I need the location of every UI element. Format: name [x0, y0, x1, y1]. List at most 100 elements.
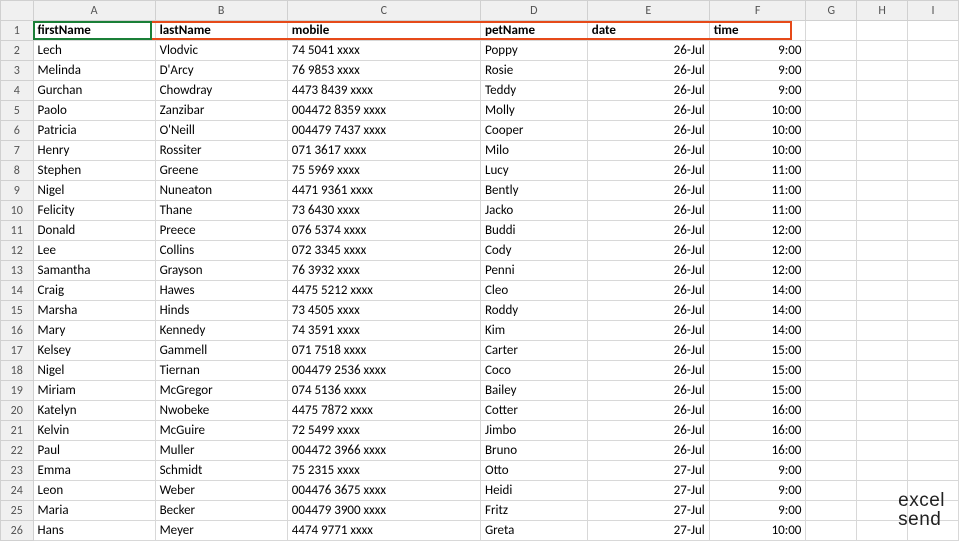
cell-C9[interactable]: 4471 9361 xxxx: [287, 181, 480, 201]
cell-E5[interactable]: 26-Jul: [587, 101, 709, 121]
cell-A14[interactable]: Craig: [33, 281, 155, 301]
cell-D8[interactable]: Lucy: [480, 161, 587, 181]
cell-E14[interactable]: 26-Jul: [587, 281, 709, 301]
cell-G13[interactable]: [806, 261, 857, 281]
cell-B9[interactable]: Nuneaton: [155, 181, 287, 201]
cell-B25[interactable]: Becker: [155, 501, 287, 521]
row-header[interactable]: 22: [1, 441, 34, 461]
row-header[interactable]: 24: [1, 481, 34, 501]
row-header[interactable]: 14: [1, 281, 34, 301]
cell-C11[interactable]: 076 5374 xxxx: [287, 221, 480, 241]
col-header-G[interactable]: G: [806, 1, 857, 21]
cell-E23[interactable]: 27-Jul: [587, 461, 709, 481]
cell-A3[interactable]: Melinda: [33, 61, 155, 81]
cell-I5[interactable]: [908, 101, 959, 121]
cell-A22[interactable]: Paul: [33, 441, 155, 461]
cell-A17[interactable]: Kelsey: [33, 341, 155, 361]
cell-D6[interactable]: Cooper: [480, 121, 587, 141]
cell-E1[interactable]: date: [587, 21, 709, 41]
cell-I17[interactable]: [908, 341, 959, 361]
cell-E7[interactable]: 26-Jul: [587, 141, 709, 161]
cell-C2[interactable]: 74 5041 xxxx: [287, 41, 480, 61]
cell-E2[interactable]: 26-Jul: [587, 41, 709, 61]
cell-F22[interactable]: 16:00: [709, 441, 806, 461]
cell-E20[interactable]: 26-Jul: [587, 401, 709, 421]
cell-A5[interactable]: Paolo: [33, 101, 155, 121]
cell-H10[interactable]: [857, 201, 908, 221]
col-header-C[interactable]: C: [287, 1, 480, 21]
cell-C21[interactable]: 72 5499 xxxx: [287, 421, 480, 441]
cell-E11[interactable]: 26-Jul: [587, 221, 709, 241]
cell-F6[interactable]: 10:00: [709, 121, 806, 141]
cell-D7[interactable]: Milo: [480, 141, 587, 161]
cell-E17[interactable]: 26-Jul: [587, 341, 709, 361]
cell-B23[interactable]: Schmidt: [155, 461, 287, 481]
cell-C12[interactable]: 072 3345 xxxx: [287, 241, 480, 261]
row-header[interactable]: 13: [1, 261, 34, 281]
cell-G18[interactable]: [806, 361, 857, 381]
cell-H8[interactable]: [857, 161, 908, 181]
cell-F11[interactable]: 12:00: [709, 221, 806, 241]
cell-C15[interactable]: 73 4505 xxxx: [287, 301, 480, 321]
cell-B18[interactable]: Tiernan: [155, 361, 287, 381]
cell-G15[interactable]: [806, 301, 857, 321]
cell-A25[interactable]: Maria: [33, 501, 155, 521]
cell-G14[interactable]: [806, 281, 857, 301]
cell-A11[interactable]: Donald: [33, 221, 155, 241]
cell-B15[interactable]: Hinds: [155, 301, 287, 321]
cell-B11[interactable]: Preece: [155, 221, 287, 241]
cell-G24[interactable]: [806, 481, 857, 501]
cell-G1[interactable]: [806, 21, 857, 41]
cell-A2[interactable]: Lech: [33, 41, 155, 61]
cell-G19[interactable]: [806, 381, 857, 401]
cell-B21[interactable]: McGuire: [155, 421, 287, 441]
cell-A24[interactable]: Leon: [33, 481, 155, 501]
cell-F13[interactable]: 12:00: [709, 261, 806, 281]
cell-G5[interactable]: [806, 101, 857, 121]
cell-A20[interactable]: Katelyn: [33, 401, 155, 421]
cell-B24[interactable]: Weber: [155, 481, 287, 501]
cell-F9[interactable]: 11:00: [709, 181, 806, 201]
col-header-H[interactable]: H: [857, 1, 908, 21]
cell-I16[interactable]: [908, 321, 959, 341]
cell-D22[interactable]: Bruno: [480, 441, 587, 461]
cell-C23[interactable]: 75 2315 xxxx: [287, 461, 480, 481]
cell-A18[interactable]: Nigel: [33, 361, 155, 381]
cell-C6[interactable]: 004479 7437 xxxx: [287, 121, 480, 141]
cell-H11[interactable]: [857, 221, 908, 241]
cell-F14[interactable]: 14:00: [709, 281, 806, 301]
cell-D5[interactable]: Molly: [480, 101, 587, 121]
cell-H18[interactable]: [857, 361, 908, 381]
cell-I1[interactable]: [908, 21, 959, 41]
cell-F10[interactable]: 11:00: [709, 201, 806, 221]
cell-B2[interactable]: Vlodvic: [155, 41, 287, 61]
cell-F3[interactable]: 9:00: [709, 61, 806, 81]
col-header-B[interactable]: B: [155, 1, 287, 21]
cell-A8[interactable]: Stephen: [33, 161, 155, 181]
cell-G20[interactable]: [806, 401, 857, 421]
cell-B13[interactable]: Grayson: [155, 261, 287, 281]
cell-H22[interactable]: [857, 441, 908, 461]
cell-C17[interactable]: 071 7518 xxxx: [287, 341, 480, 361]
cell-A16[interactable]: Mary: [33, 321, 155, 341]
row-header[interactable]: 16: [1, 321, 34, 341]
cell-C3[interactable]: 76 9853 xxxx: [287, 61, 480, 81]
cell-C24[interactable]: 004476 3675 xxxx: [287, 481, 480, 501]
cell-G4[interactable]: [806, 81, 857, 101]
cell-A15[interactable]: Marsha: [33, 301, 155, 321]
cell-G25[interactable]: [806, 501, 857, 521]
cell-F15[interactable]: 14:00: [709, 301, 806, 321]
cell-C10[interactable]: 73 6430 xxxx: [287, 201, 480, 221]
row-header[interactable]: 3: [1, 61, 34, 81]
cell-I8[interactable]: [908, 161, 959, 181]
cell-H17[interactable]: [857, 341, 908, 361]
cell-H12[interactable]: [857, 241, 908, 261]
cell-E8[interactable]: 26-Jul: [587, 161, 709, 181]
row-header[interactable]: 19: [1, 381, 34, 401]
col-header-E[interactable]: E: [587, 1, 709, 21]
cell-G22[interactable]: [806, 441, 857, 461]
cell-F19[interactable]: 15:00: [709, 381, 806, 401]
cell-C1[interactable]: mobile: [287, 21, 480, 41]
cell-A21[interactable]: Kelvin: [33, 421, 155, 441]
cell-E21[interactable]: 26-Jul: [587, 421, 709, 441]
